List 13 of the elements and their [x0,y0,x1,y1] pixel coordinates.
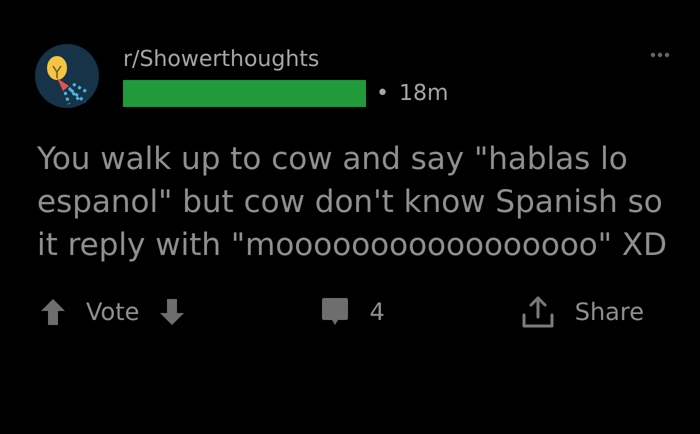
comment-count: 4 [369,298,385,326]
post-text: You walk up to cow and say "hablas lo espanol" but cow don't know Spanish so it reply with "mooooooooooooooooo" XD [37,140,667,265]
vote-label: Vote [86,298,140,326]
comment-icon[interactable] [321,297,350,327]
share-icon[interactable] [520,295,555,329]
more-options-icon[interactable] [650,52,670,58]
subreddit-name[interactable]: r/Showerthoughts [123,46,626,74]
downvote-arrow-icon[interactable] [159,298,186,326]
upvote-arrow-icon[interactable] [40,298,66,326]
separator-dot: • [376,80,389,106]
share-button[interactable]: Share [574,298,644,326]
avatar-icon [35,44,99,108]
post-age: 18m [398,80,448,106]
